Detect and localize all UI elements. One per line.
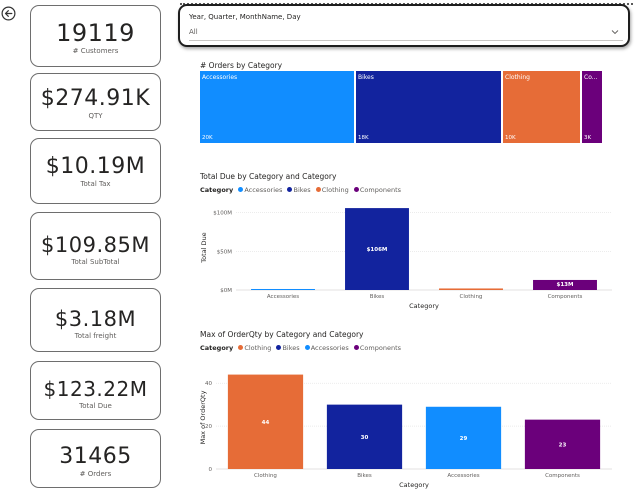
legend-dot bbox=[304, 345, 310, 350]
kpi-value: 31465 bbox=[59, 444, 132, 469]
kpi-label: # Orders bbox=[79, 470, 112, 478]
treemap-tile-name: Bikes bbox=[358, 74, 374, 81]
x-axis-title: Category bbox=[409, 302, 439, 310]
y-tick-label: $100M bbox=[213, 211, 232, 217]
kpi-label: Total Tax bbox=[80, 180, 111, 188]
kpi-card-total-freight[interactable]: $3.18M Total freight bbox=[30, 288, 161, 352]
x-tick-label: Components bbox=[545, 473, 580, 479]
x-tick-label: Accessories bbox=[447, 473, 479, 479]
bar-accessories[interactable] bbox=[251, 288, 315, 290]
legend-label: Accessories bbox=[244, 186, 283, 194]
kpi-card-qty[interactable]: $274.91K QTY bbox=[30, 73, 161, 131]
legend-dot bbox=[353, 187, 359, 192]
treemap-tile-bikes[interactable]: Bikes 18K bbox=[356, 71, 501, 143]
treemap-tile-value: 3K bbox=[584, 135, 592, 141]
legend-dot bbox=[353, 345, 359, 350]
y-tick-label: $0M bbox=[220, 288, 232, 294]
total-due-bar-chart: Total Due $0M $50M $100M Accessories $106M Bik… bbox=[200, 208, 612, 310]
legend-item-components[interactable]: Components bbox=[353, 186, 401, 194]
y-tick-label: 40 bbox=[205, 381, 212, 387]
legend-item-accessories[interactable]: Accessories bbox=[238, 186, 282, 194]
legend-item-clothing[interactable]: Clothing bbox=[238, 344, 271, 352]
kpi-label: Total SubTotal bbox=[71, 258, 120, 266]
y-axis-title: Max of OrderQty bbox=[199, 390, 207, 444]
kpi-label: QTY bbox=[88, 112, 103, 120]
legend-label: Components bbox=[359, 344, 401, 352]
data-label: $13M bbox=[557, 282, 574, 288]
data-label: 44 bbox=[262, 420, 270, 426]
kpi-value: $3.18M bbox=[54, 307, 137, 331]
legend-item-accessories[interactable]: Accessories bbox=[304, 344, 349, 352]
data-label: $106M bbox=[367, 247, 388, 253]
chart1-legend: Category Accessories Bikes Clothing Comp… bbox=[200, 186, 404, 194]
legend-item-bikes[interactable]: Bikes bbox=[276, 344, 300, 352]
kpi-card-total-due[interactable]: $123.22M Total Due bbox=[30, 361, 161, 420]
bar-clothing[interactable] bbox=[439, 288, 503, 290]
legend-dot bbox=[287, 187, 293, 192]
treemap-tile-accessories[interactable]: Accessories 20K bbox=[200, 71, 354, 143]
treemap-tile-components[interactable]: Co... 3K bbox=[582, 71, 602, 143]
treemap-tile-value: 18K bbox=[358, 135, 369, 141]
legend-dot bbox=[276, 345, 282, 350]
treemap-title: # Orders by Category bbox=[200, 61, 283, 70]
max-orderqty-bar-chart: Max of OrderQty 0 20 40 44 Clothing 30 Bikes 29 A… bbox=[199, 374, 612, 489]
y-axis-title: Total Due bbox=[200, 232, 208, 263]
chart2-title: Max of OrderQty by Category and Category bbox=[200, 330, 364, 339]
legend-label: Accessories bbox=[310, 344, 349, 352]
data-label: 29 bbox=[460, 436, 468, 442]
legend-label: Clothing bbox=[244, 344, 272, 352]
kpi-label: Total freight bbox=[74, 332, 117, 340]
kpi-value: $109.85M bbox=[41, 233, 150, 257]
slicer-selected-value: All bbox=[189, 28, 198, 36]
treemap-tile-value: 10K bbox=[505, 135, 516, 141]
legend-label: Components bbox=[359, 186, 401, 194]
x-tick-label: Components bbox=[548, 294, 583, 300]
legend-title: Category bbox=[200, 344, 234, 352]
legend-dot bbox=[238, 187, 244, 192]
y-tick-label: 20 bbox=[205, 424, 212, 430]
kpi-card-customers[interactable]: 19119 # Customers bbox=[30, 5, 161, 67]
kpi-label: Total Due bbox=[79, 402, 112, 410]
legend-dot bbox=[315, 187, 321, 192]
x-tick-label: Clothing bbox=[254, 473, 277, 479]
legend-label: Bikes bbox=[293, 186, 311, 194]
report-page: 19119 # Customers $274.91K QTY $10.19M T… bbox=[0, 0, 635, 492]
treemap-tile-name: Co... bbox=[584, 74, 598, 81]
legend-item-clothing[interactable]: Clothing bbox=[315, 186, 349, 194]
kpi-value: $123.22M bbox=[43, 377, 148, 401]
kpi-value: $274.91K bbox=[40, 86, 151, 111]
legend-label: Clothing bbox=[321, 186, 349, 194]
legend-dot bbox=[238, 345, 244, 350]
treemap-tile-name: Clothing bbox=[505, 74, 530, 81]
treemap-tile-clothing[interactable]: Clothing 10K bbox=[503, 71, 580, 143]
data-label: 30 bbox=[361, 435, 369, 441]
kpi-card-total-tax[interactable]: $10.19M Total Tax bbox=[30, 138, 161, 204]
legend-item-components[interactable]: Components bbox=[353, 344, 401, 352]
kpi-card-orders[interactable]: 31465 # Orders bbox=[30, 429, 161, 488]
chart2-legend: Category Clothing Bikes Accessories Comp… bbox=[200, 344, 404, 352]
x-tick-label: Accessories bbox=[267, 294, 299, 300]
x-tick-label: Bikes bbox=[370, 294, 385, 300]
kpi-value: $10.19M bbox=[45, 154, 146, 179]
slicer-dropdown[interactable]: All bbox=[189, 25, 623, 41]
treemap-tile-name: Accessories bbox=[202, 74, 238, 81]
slicer-title: Year, Quarter, MonthName, Day bbox=[189, 13, 301, 21]
date-slicer[interactable]: Year, Quarter, MonthName, Day All bbox=[178, 4, 630, 47]
x-tick-label: Bikes bbox=[357, 473, 372, 479]
x-axis-title: Category bbox=[399, 481, 429, 489]
y-tick-label: $50M bbox=[217, 249, 232, 255]
chevron-down-icon[interactable] bbox=[611, 28, 619, 36]
kpi-value: 19119 bbox=[56, 19, 135, 47]
y-tick-label: 0 bbox=[209, 467, 213, 473]
x-tick-label: Clothing bbox=[460, 294, 483, 300]
chart1-title: Total Due by Category and Category bbox=[200, 172, 337, 181]
kpi-card-total-subtotal[interactable]: $109.85M Total SubTotal bbox=[30, 212, 161, 280]
back-arrow-icon[interactable] bbox=[1, 6, 16, 21]
data-label: 23 bbox=[559, 442, 567, 448]
kpi-label: # Customers bbox=[72, 47, 119, 55]
legend-item-bikes[interactable]: Bikes bbox=[287, 186, 311, 194]
legend-label: Bikes bbox=[282, 344, 300, 352]
treemap-tile-value: 20K bbox=[202, 135, 213, 141]
legend-title: Category bbox=[200, 186, 234, 194]
